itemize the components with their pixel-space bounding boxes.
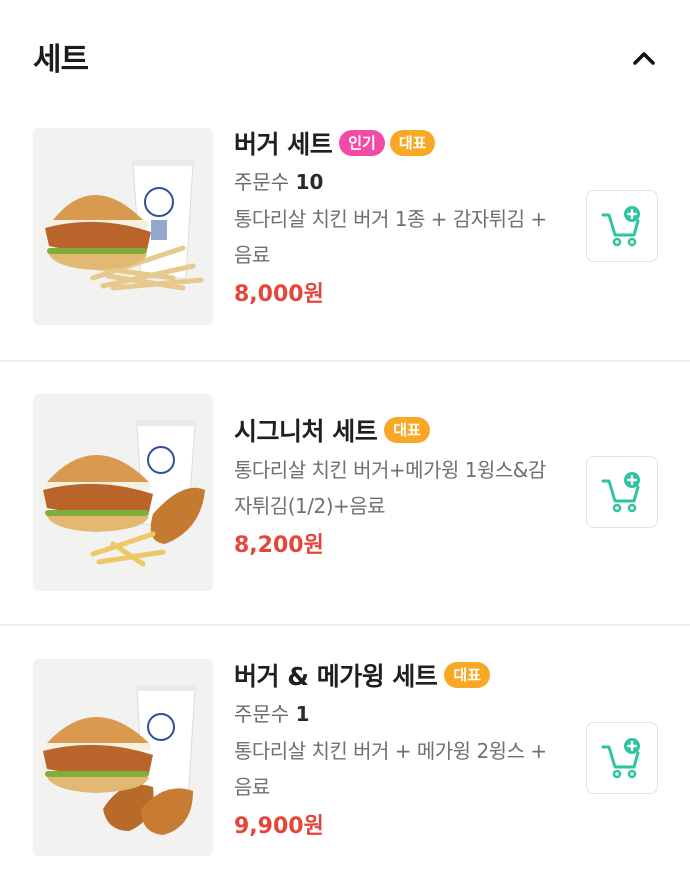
cart-add-icon (601, 738, 640, 779)
menu-item-description: 통다리살 치킨 버거 1종 + 감자튀김 + 음료 (234, 207, 547, 267)
menu-item-description: 통다리살 치킨 버거+메가윙 1윙스&감자튀김(1/2)+음료 (234, 458, 546, 518)
order-count-label: 주문수 (234, 170, 290, 194)
collapse-button[interactable] (622, 38, 666, 78)
order-count-value: 10 (295, 170, 324, 194)
menu-item-info: 시그니처 세트 대표 통다리살 치킨 버거+메가윙 1윙스&감자튀김(1/2)+… (234, 412, 574, 562)
add-to-cart-button[interactable] (586, 190, 658, 262)
order-count: 주문수 1 (234, 699, 574, 729)
cart-add-icon (601, 206, 640, 247)
signature-badge: 대표 (389, 130, 436, 156)
chevron-up-icon (633, 52, 655, 65)
signature-badge: 대표 (444, 662, 491, 688)
popular-badge: 인기 (339, 130, 385, 156)
add-to-cart-button[interactable] (586, 722, 658, 794)
menu-item-info: 버거 & 메가윙 세트 대표 주문수 1 통다리살 치킨 버거 + 메가윙 2윙… (234, 657, 574, 843)
menu-item-price: 8,200원 (234, 533, 324, 558)
add-to-cart-button[interactable] (586, 456, 658, 528)
menu-item[interactable]: 버거 세트 인기 대표 주문수 10 통다리살 치킨 버거 1종 + 감자튀김 … (0, 110, 690, 362)
menu-item-name: 버거 세트 (234, 130, 333, 159)
menu-item-image (33, 659, 213, 856)
signature-badge: 대표 (384, 417, 430, 443)
section-header: 세트 (0, 0, 690, 110)
menu-item-price: 9,900원 (234, 814, 324, 839)
menu-item-name: 시그니처 세트 (234, 417, 378, 446)
menu-item-image (33, 128, 213, 325)
order-count-value: 1 (295, 702, 310, 726)
menu-item-price: 8,000원 (234, 282, 324, 307)
menu-item[interactable]: 시그니처 세트 대표 통다리살 치킨 버거+메가윙 1윙스&감자튀김(1/2)+… (0, 362, 690, 626)
menu-item-info: 버거 세트 인기 대표 주문수 10 통다리살 치킨 버거 1종 + 감자튀김 … (234, 125, 574, 311)
menu-item-name: 버거 & 메가윙 세트 (234, 662, 438, 691)
menu-item-description: 통다리살 치킨 버거 + 메가윙 2윙스 + 음료 (234, 739, 547, 799)
order-count-label: 주문수 (234, 702, 290, 726)
order-count: 주문수 10 (234, 167, 574, 197)
cart-add-icon (601, 472, 640, 513)
menu-item-image (33, 394, 213, 591)
section-title: 세트 (33, 42, 89, 78)
menu-item[interactable]: 버거 & 메가윙 세트 대표 주문수 1 통다리살 치킨 버거 + 메가윙 2윙… (0, 626, 690, 885)
